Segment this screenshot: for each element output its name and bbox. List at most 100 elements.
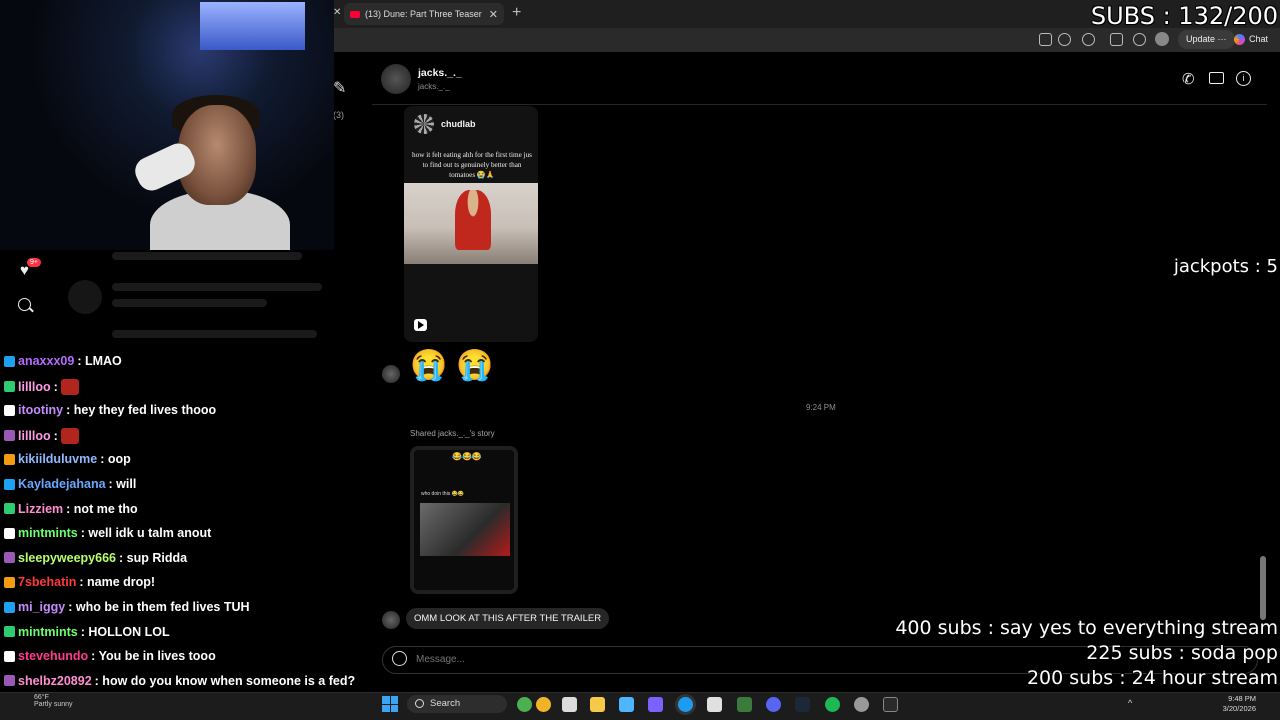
browser-tab[interactable]: (13) Dune: Part Three Teaser Traile ✕ — [344, 3, 504, 25]
chat-text: : will — [108, 477, 137, 491]
pinned-app-icon[interactable] — [737, 697, 752, 712]
clock-date: 3/20/2026 — [1222, 704, 1256, 713]
profile-avatar[interactable] — [1155, 32, 1169, 46]
chat-username[interactable]: mi_iggy — [18, 600, 65, 614]
chat-username[interactable]: anaxxx09 — [18, 354, 74, 368]
compose-icon[interactable]: ✎ — [333, 78, 346, 98]
chat-message: lillloo : — [4, 427, 79, 444]
discord-icon[interactable] — [766, 697, 781, 712]
inbox-skeleton-line — [112, 299, 267, 307]
reaction-emoji: 😭 — [456, 349, 494, 382]
tab-title: (13) Dune: Part Three Teaser Traile — [365, 9, 484, 19]
chrome-icon[interactable] — [854, 697, 869, 712]
message-bubble[interactable]: OMM LOOK AT THIS AFTER THE TRAILER — [406, 608, 610, 629]
post-author[interactable]: chudlab — [441, 119, 476, 129]
sender-avatar — [382, 365, 400, 383]
chat-message: anaxxx09 : LMAO — [4, 354, 122, 368]
close-tab-icon[interactable]: ✕ — [489, 8, 498, 21]
avatar[interactable] — [381, 64, 411, 94]
chat-badge-icon — [4, 355, 15, 367]
chat-username[interactable]: mintmints — [18, 625, 78, 639]
favorite-icon[interactable] — [1058, 33, 1071, 46]
steam-icon[interactable] — [795, 697, 810, 712]
sender-avatar — [382, 611, 400, 629]
chat-emote-icon — [60, 427, 79, 444]
clock-time: 9:48 PM — [1228, 694, 1256, 703]
chat-message: sleepyweepy666 : sup Ridda — [4, 551, 187, 565]
dm-header — [372, 52, 1267, 105]
close-tab-icon[interactable]: ✕ — [333, 7, 341, 18]
chat-username[interactable]: itootiny — [18, 403, 63, 417]
chat-badge-icon — [4, 675, 15, 687]
copilot-app-icon[interactable] — [536, 697, 551, 712]
chat-username[interactable]: stevehundo — [18, 649, 88, 663]
sub-goal-225: 225 subs : soda pop — [1086, 642, 1278, 664]
chat-username[interactable]: shelbz20892 — [18, 674, 92, 688]
inbox-skeleton-line — [112, 283, 322, 291]
pinned-app-icon[interactable] — [619, 697, 634, 712]
tray-overflow-icon[interactable]: ^ — [1128, 698, 1132, 708]
favorites-icon[interactable] — [1133, 33, 1146, 46]
background-monitor — [200, 2, 305, 50]
update-button[interactable]: Update ··· — [1178, 30, 1235, 49]
shared-story-label: Shared jacks._._'s story — [410, 429, 495, 438]
chat-username[interactable]: kikiilduluvme — [18, 452, 97, 466]
chat-message: mintmints : HOLLON LOL — [4, 625, 170, 639]
info-icon[interactable]: i — [1236, 71, 1251, 86]
story-text: who doin this 😂😂 — [421, 491, 465, 497]
chat-username[interactable]: lillloo — [18, 380, 51, 394]
spotify-icon[interactable] — [825, 697, 840, 712]
scrollbar-thumb[interactable] — [1260, 556, 1266, 620]
dm-contact-name[interactable]: jacks._._ — [418, 67, 462, 79]
taskbar-clock[interactable]: 9:48 PM 3/20/2026 — [1223, 694, 1256, 714]
chat-username[interactable]: Kayladejahana — [18, 477, 106, 491]
scrollbar[interactable] — [1259, 104, 1267, 622]
copilot-chat-button[interactable]: Chat — [1234, 30, 1268, 49]
chat-badge-icon — [4, 552, 15, 564]
extensions-icon[interactable] — [1082, 33, 1095, 46]
store-icon[interactable] — [707, 697, 722, 712]
browser-essentials-icon[interactable] — [1110, 33, 1123, 46]
chat-badge-icon — [4, 381, 15, 393]
chat-message: mi_iggy : who be in them fed lives TUH — [4, 600, 250, 614]
jackpots-counter: jackpots : 5 — [1173, 256, 1278, 277]
chat-badge-icon — [4, 527, 15, 539]
teams-icon[interactable] — [648, 697, 663, 712]
emoji-icon[interactable] — [392, 651, 407, 666]
chat-badge-icon — [4, 626, 15, 638]
widgets-icon[interactable] — [517, 697, 532, 712]
post-caption: how it felt eating ahh for the first tim… — [412, 151, 532, 179]
windows-taskbar — [0, 692, 1280, 720]
weather-widget[interactable]: 66°F Partly sunny — [34, 694, 73, 708]
chat-badge-icon — [4, 601, 15, 613]
reel-play-icon — [414, 319, 427, 331]
epic-games-icon[interactable] — [883, 697, 898, 712]
phone-icon[interactable]: ✆ — [1182, 70, 1195, 88]
chat-username[interactable]: sleepyweepy666 — [18, 551, 116, 565]
taskbar-search[interactable]: Search — [407, 695, 507, 713]
webcam-feed — [0, 0, 334, 250]
message-input[interactable] — [414, 653, 718, 666]
chat-text: : hey they fed lives thooo — [66, 403, 217, 418]
chat-text: : — [53, 428, 58, 443]
file-explorer-icon[interactable] — [590, 697, 605, 712]
sub-goal-200: 200 subs : 24 hour stream — [1026, 667, 1278, 689]
edge-icon[interactable] — [678, 697, 693, 712]
chat-badge-icon — [4, 503, 15, 515]
start-button[interactable] — [382, 696, 398, 712]
video-call-icon[interactable] — [1209, 72, 1224, 84]
chat-username[interactable]: 7sbehatin — [18, 575, 76, 589]
chat-username[interactable]: mintmints — [18, 526, 78, 540]
search-icon[interactable] — [18, 298, 31, 311]
post-author-avatar — [414, 114, 434, 134]
chat-message: Kayladejahana : will — [4, 477, 136, 491]
chat-message: shelbz20892 : how do you know when someo… — [4, 674, 355, 688]
chat-username[interactable]: Lizziem — [18, 502, 63, 516]
split-screen-icon[interactable] — [1039, 33, 1052, 46]
chat-message: lillloo : — [4, 378, 79, 395]
youtube-icon — [350, 10, 360, 18]
new-tab-icon[interactable]: + — [512, 4, 521, 22]
chat-text: : how do you know when someone is a fed? — [94, 673, 356, 688]
chat-username[interactable]: lillloo — [18, 429, 51, 443]
task-view-icon[interactable] — [562, 697, 577, 712]
